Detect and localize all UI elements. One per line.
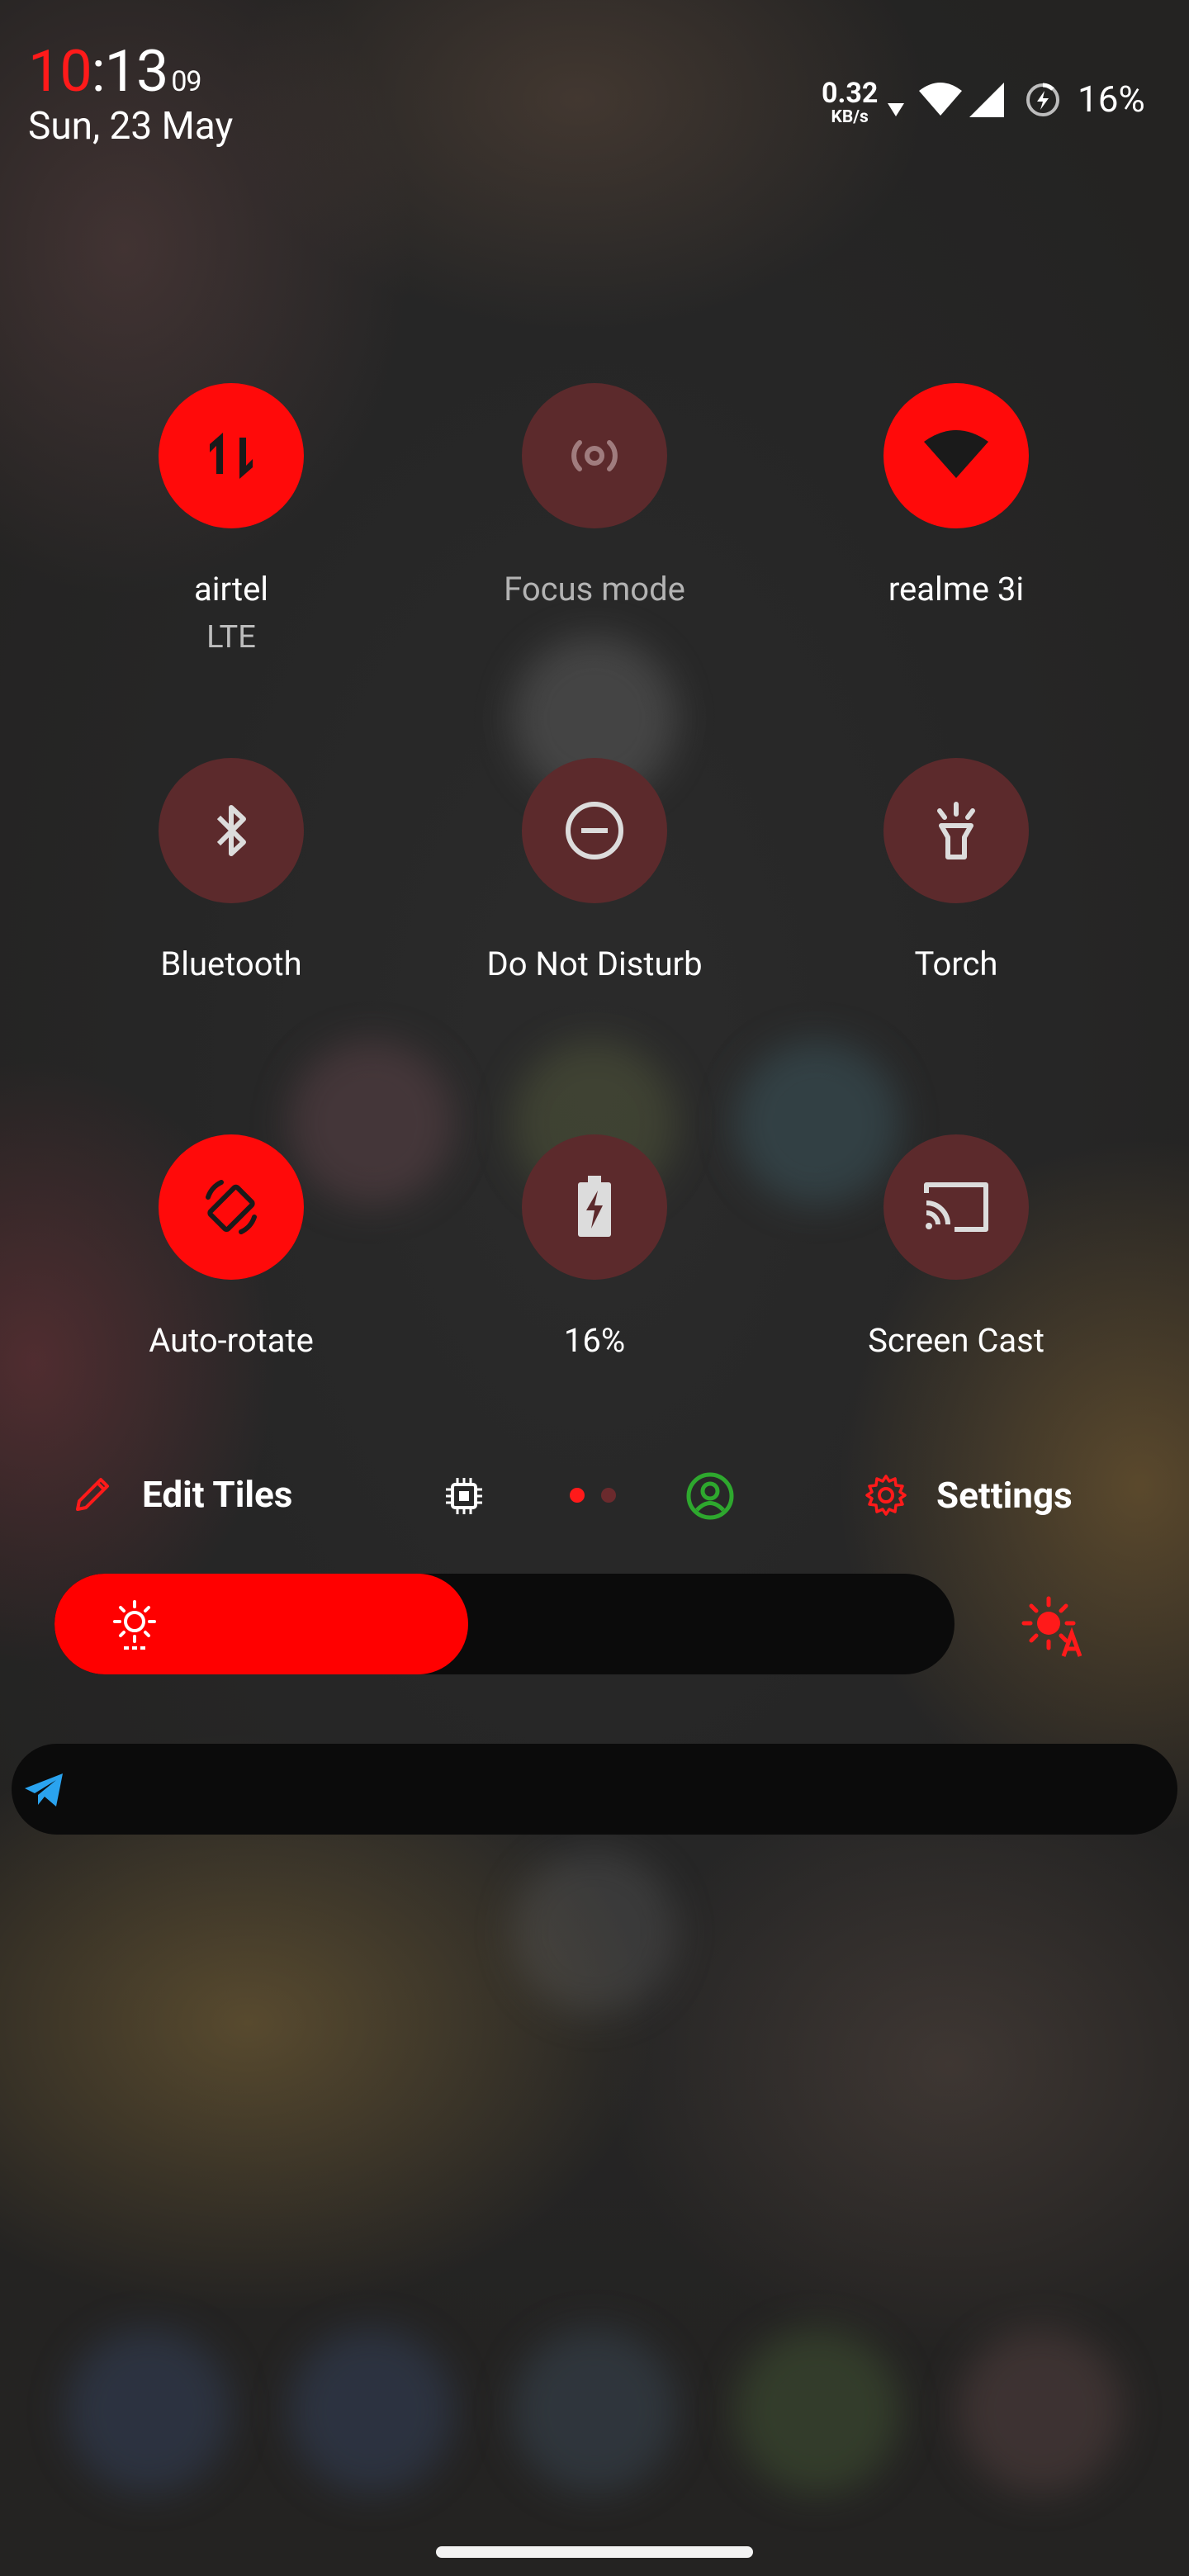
wallpaper-blob — [512, 2328, 677, 2493]
torch-icon — [937, 802, 975, 859]
tile-label: Bluetooth — [160, 945, 302, 983]
settings-label: Settings — [936, 1474, 1073, 1517]
wallpaper-blob — [958, 2328, 1123, 2493]
page-indicator — [570, 1488, 619, 1503]
clock[interactable]: 10:13 09 — [28, 43, 202, 101]
page-dot — [601, 1488, 616, 1503]
wallpaper-blob — [735, 2328, 900, 2493]
tile-screen-cast[interactable]: Screen Cast — [775, 1134, 1138, 1359]
tile-torch-toggle[interactable] — [883, 758, 1029, 903]
brightness-slider[interactable] — [54, 1574, 955, 1674]
tile-focus-mode-toggle[interactable] — [522, 383, 667, 528]
clock-hours: 10 — [28, 38, 92, 106]
screen-cast-icon — [924, 1182, 988, 1232]
wallpaper-blob — [512, 1849, 677, 2015]
gear-icon — [865, 1475, 907, 1516]
notification-media-bar[interactable] — [12, 1744, 1177, 1835]
wallpaper-blob — [289, 2328, 454, 2493]
clock-minutes: 13 — [104, 38, 169, 106]
telegram-icon — [25, 1773, 63, 1807]
brightness-icon — [113, 1600, 156, 1650]
download-arrow-icon — [888, 103, 904, 116]
tile-label: realme 3i — [888, 570, 1025, 608]
tile-label: Auto-rotate — [149, 1321, 314, 1360]
settings-button[interactable]: Settings — [864, 1473, 1073, 1518]
tile-screen-cast-toggle[interactable] — [883, 1134, 1029, 1280]
pencil-icon — [76, 1478, 109, 1511]
tile-bluetooth[interactable]: Bluetooth — [50, 758, 413, 983]
page-dot-active — [570, 1488, 585, 1503]
auto-brightness-icon[interactable] — [1017, 1595, 1087, 1658]
mobile-data-icon — [210, 433, 253, 479]
tile-auto-rotate-toggle[interactable] — [159, 1134, 304, 1280]
edit-tiles-button[interactable]: Edit Tiles — [71, 1473, 292, 1516]
edit-tiles-label: Edit Tiles — [142, 1473, 293, 1516]
tile-wifi[interactable]: realme 3i — [775, 383, 1138, 608]
bluetooth-icon — [216, 805, 246, 856]
network-speed-value: 0.32 — [822, 77, 879, 110]
auto-rotate-icon — [206, 1180, 257, 1234]
tile-mobile-data[interactable]: airtel LTE — [50, 383, 413, 656]
network-speed: 0.32 KB/s — [822, 79, 878, 126]
tile-do-not-disturb-toggle[interactable] — [522, 758, 667, 903]
clock-separator: : — [91, 38, 106, 106]
tile-torch[interactable]: Torch — [775, 758, 1138, 983]
do-not-disturb-icon — [566, 802, 623, 859]
cpu-icon[interactable] — [443, 1475, 486, 1518]
tile-wifi-toggle[interactable] — [883, 383, 1029, 528]
tile-bluetooth-toggle[interactable] — [159, 758, 304, 903]
home-gesture-bar[interactable] — [436, 2546, 753, 2558]
tile-battery-saver-toggle[interactable] — [522, 1134, 667, 1280]
tile-label: Torch — [914, 945, 998, 983]
tile-battery-saver[interactable]: 16% — [413, 1134, 776, 1359]
tile-label: Do Not Disturb — [486, 945, 703, 983]
date[interactable]: Sun, 23 May — [28, 107, 233, 145]
tile-label: Focus mode — [504, 570, 685, 608]
tile-label: Screen Cast — [868, 1321, 1045, 1360]
focus-mode-icon — [571, 440, 618, 471]
tile-label: airtel — [193, 570, 269, 608]
status-bar: 10:13 09 Sun, 23 May 0.32 KB/s 16% — [0, 0, 1189, 165]
cell-signal-icon — [969, 83, 1004, 117]
tile-label: 16% — [563, 1321, 626, 1360]
battery-percent: 16% — [1078, 78, 1145, 121]
tile-auto-rotate[interactable]: Auto-rotate — [50, 1134, 413, 1359]
battery-saver-icon — [578, 1176, 611, 1237]
tile-sublabel: LTE — [206, 619, 256, 656]
clock-seconds: 09 — [171, 65, 201, 98]
tile-mobile-data-toggle[interactable] — [159, 383, 304, 528]
wifi-icon — [924, 430, 988, 478]
user-icon[interactable] — [685, 1471, 735, 1521]
battery-charging-icon — [1026, 83, 1059, 116]
network-speed-unit: KB/s — [831, 107, 869, 127]
wifi-icon — [919, 83, 962, 116]
wallpaper-blob — [66, 2328, 231, 2493]
tile-do-not-disturb[interactable]: Do Not Disturb — [413, 758, 776, 983]
tile-focus-mode[interactable]: Focus mode — [413, 383, 776, 608]
